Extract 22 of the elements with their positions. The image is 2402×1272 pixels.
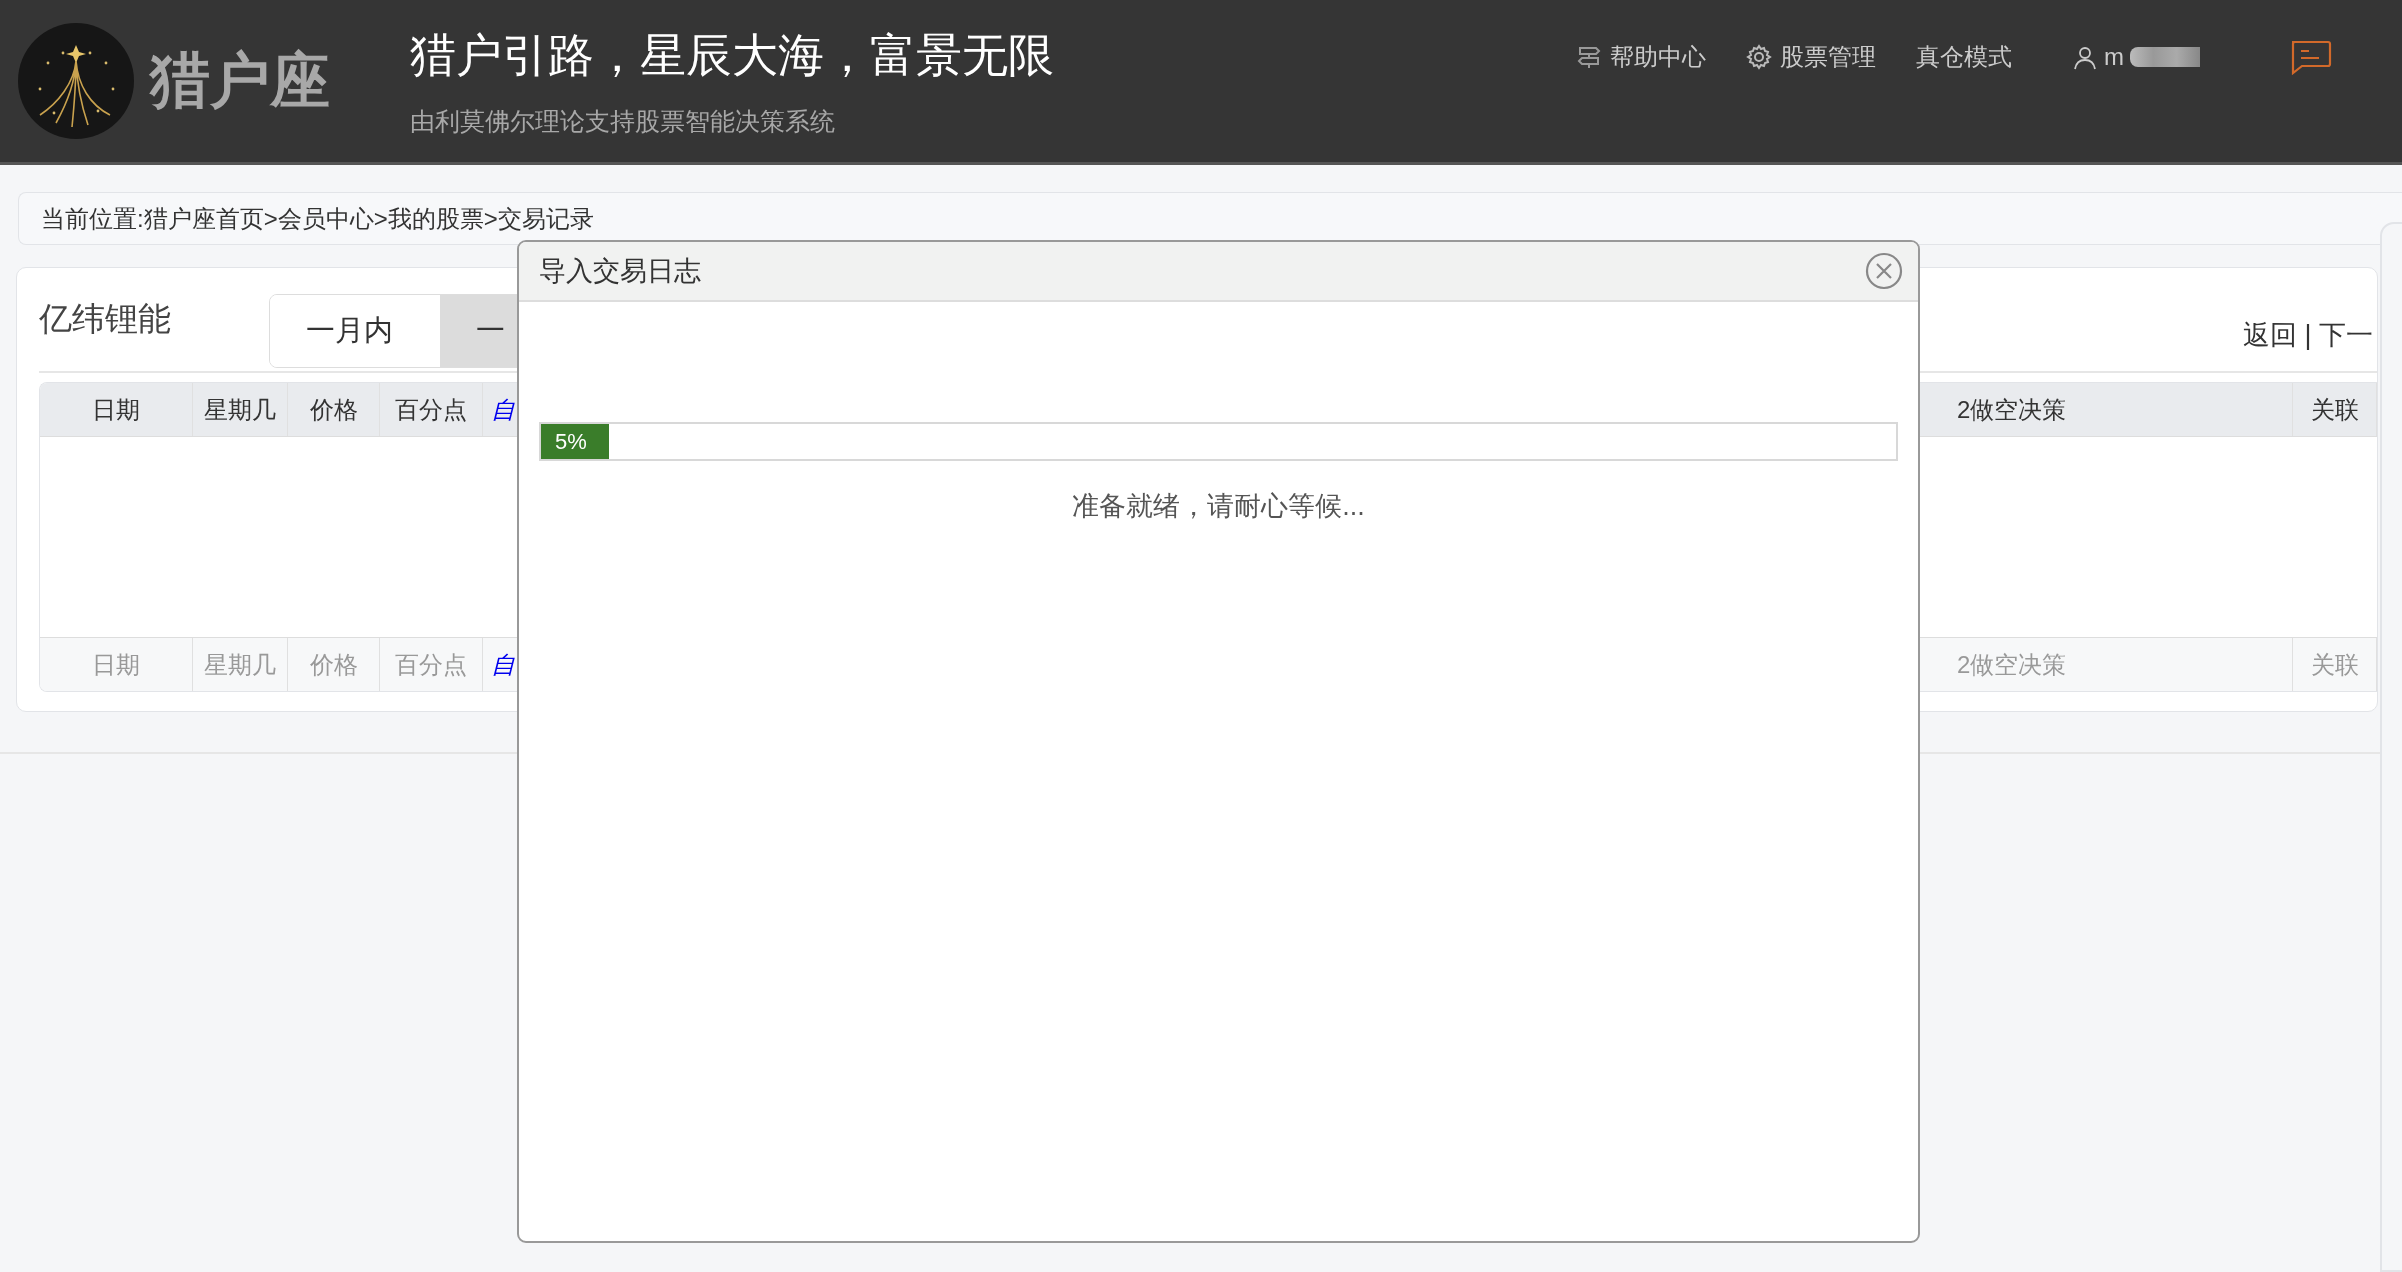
column-footer: 日期 [40,638,193,691]
progress-reading: 5% [555,428,587,455]
site-slogan: 猎户引路，星辰大海，富景无限 [410,27,1054,83]
status-message: 准备就绪，请耐心等候... [1071,490,1366,523]
column-footer: 星期几 [193,638,288,691]
site-subtitle: 由利莫佛尔理论支持股票智能决策系统 [410,105,836,137]
signpost-icon [1576,44,1602,70]
nav-links[interactable]: 返回 | 下一 [2242,316,2373,353]
nav-link[interactable]: 真仓模式 [1916,41,2012,73]
column-footer: 关联 [2293,638,2377,691]
column-footer: 价格 [288,638,380,691]
user-name[interactable]: m [2104,43,2124,71]
nav-link[interactable]: 股票管理 [1746,41,1876,73]
dialog-title: 导入交易日志 [539,255,701,288]
blurred-block [2130,47,2200,67]
user-icon[interactable] [2072,44,2098,70]
stock-name: 亿纬锂能 [39,299,172,339]
close-button[interactable] [1864,251,1904,291]
column-footer: 百分点 [380,638,483,691]
settings-icon [1746,44,1772,70]
brand-name: 猎户座 [150,45,330,116]
nav-link[interactable]: 帮助中心 [1576,41,1706,73]
